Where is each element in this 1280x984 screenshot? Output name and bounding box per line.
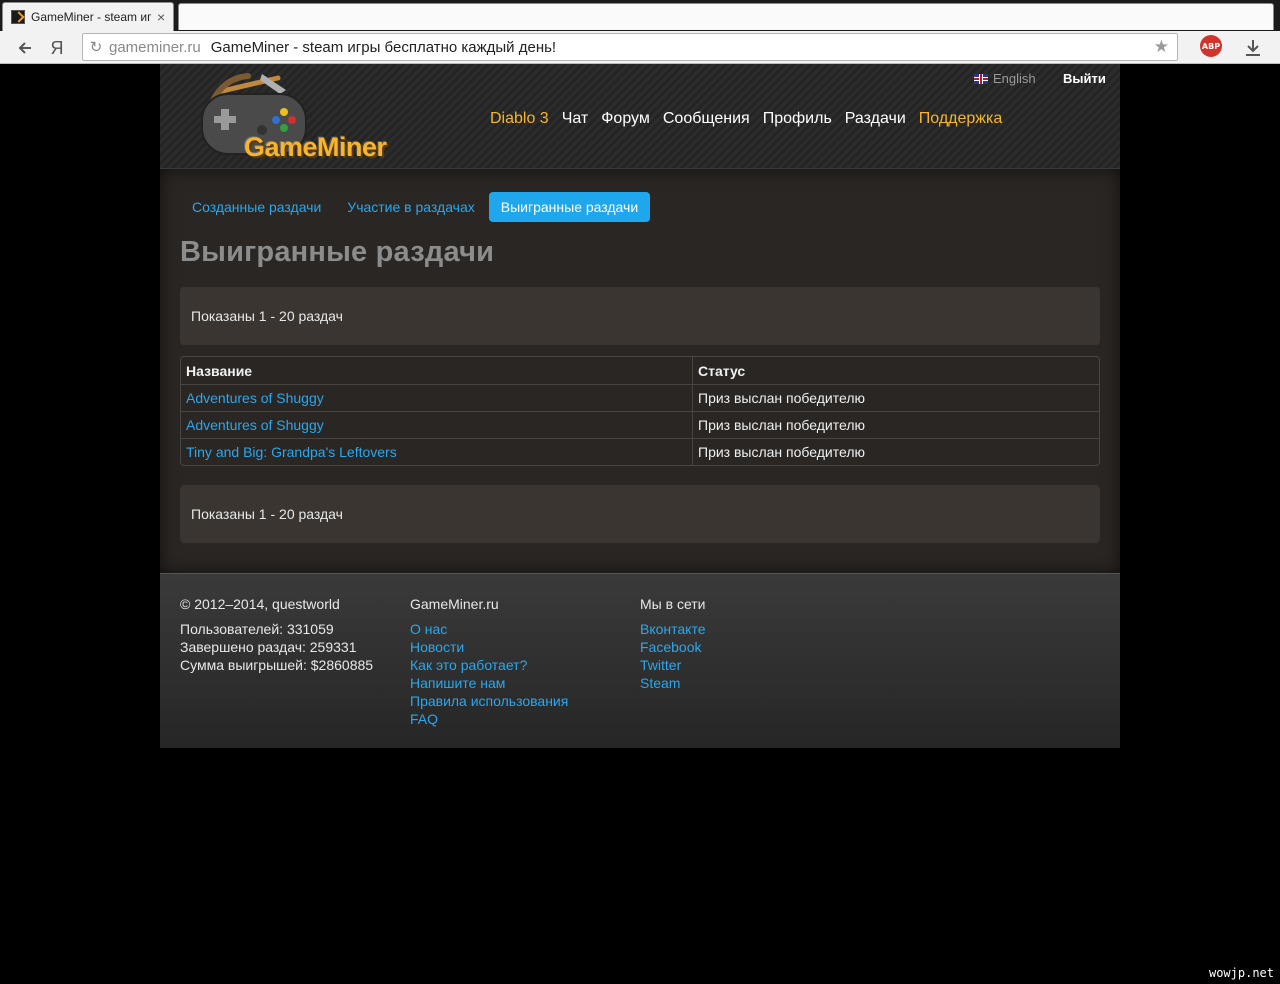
footer-link-facebook[interactable]: Facebook (640, 638, 706, 656)
browser-toolbar: Я ↻ gameminer.ru GameMiner - steam игры … (0, 31, 1280, 64)
watermark: wowjp.net (1208, 966, 1274, 980)
table-header-row: Название Статус (181, 357, 1099, 384)
new-tab-button[interactable] (178, 3, 1274, 30)
game-name-cell: Tiny and Big: Grandpa's Leftovers (181, 438, 693, 465)
footer-site-heading: GameMiner.ru (410, 596, 499, 612)
footer-link-rules[interactable]: Правила использования (410, 692, 568, 710)
pager-top: Показаны 1 - 20 раздач (180, 287, 1100, 345)
tab-title: GameMiner - steam иг (31, 10, 152, 24)
status-cell: Приз выслан победителю (693, 384, 1099, 411)
giveaway-subtabs: Созданные раздачи Участие в раздачах Выи… (180, 192, 1100, 222)
download-icon[interactable] (1240, 35, 1266, 61)
tab-won-giveaways[interactable]: Выигранные раздачи (488, 192, 651, 222)
logo-text: GameMiner (244, 132, 387, 162)
status-cell: Приз выслан победителю (693, 438, 1099, 465)
pager-text: Показаны 1 - 20 раздач (191, 308, 343, 324)
stat-winnings: Сумма выигрышей: $2860885 (180, 657, 374, 673)
language-label: English (993, 71, 1036, 86)
table-row: Adventures of Shuggy Приз выслан победит… (181, 411, 1099, 438)
gameminer-favicon-icon (11, 10, 25, 24)
tab-participation[interactable]: Участие в раздачах (335, 192, 486, 222)
copyright: © 2012–2014, questworld (180, 596, 340, 612)
footer-link-how-it-works[interactable]: Как это работает? (410, 656, 568, 674)
main-nav: Diablo 3 Чат Форум Сообщения Профиль Раз… (490, 110, 1002, 128)
nav-chat[interactable]: Чат (562, 110, 589, 128)
table-row: Adventures of Shuggy Приз выслан победит… (181, 384, 1099, 411)
adblock-icon[interactable]: ABP (1200, 35, 1222, 57)
game-name-cell: Adventures of Shuggy (181, 411, 693, 438)
status-cell: Приз выслан победителю (693, 411, 1099, 438)
yandex-icon[interactable]: Я (44, 35, 70, 61)
nav-giveaways[interactable]: Раздачи (845, 110, 906, 128)
page-title: Выигранные раздачи (180, 236, 495, 268)
pager-bottom: Показаны 1 - 20 раздач (180, 485, 1100, 543)
footer-link-faq[interactable]: FAQ (410, 710, 568, 728)
bookmark-star-icon[interactable]: ★ (1154, 37, 1169, 57)
url-page-title: GameMiner - steam игры бесплатно каждый … (210, 38, 557, 56)
game-link[interactable]: Adventures of Shuggy (186, 417, 324, 433)
nav-support[interactable]: Поддержка (919, 110, 1002, 128)
column-header-name: Название (181, 357, 693, 384)
stat-users: Пользователей: 331059 (180, 621, 334, 637)
reload-icon[interactable]: ↻ (83, 38, 109, 56)
site-footer: © 2012–2014, questworld Пользователей: 3… (160, 573, 1120, 748)
footer-social-column: Мы в сети Вконтакте Facebook Twitter Ste… (640, 596, 706, 692)
address-bar[interactable]: ↻ gameminer.ru GameMiner - steam игры бе… (82, 33, 1178, 61)
footer-link-vkontakte[interactable]: Вконтакте (640, 620, 706, 638)
uk-flag-icon (974, 73, 988, 84)
browser-tabstrip: GameMiner - steam иг × (0, 0, 1280, 31)
nav-messages[interactable]: Сообщения (663, 110, 750, 128)
site-container: GameMiner English Выйти Diablo 3 Чат Фор… (160, 64, 1120, 748)
gameminer-logo[interactable]: GameMiner (200, 72, 400, 164)
footer-link-about[interactable]: О нас (410, 620, 568, 638)
footer-link-steam[interactable]: Steam (640, 674, 706, 692)
footer-link-news[interactable]: Новости (410, 638, 568, 656)
logout-link[interactable]: Выйти (1063, 71, 1106, 86)
won-giveaways-table: Название Статус Adventures of Shuggy При… (180, 356, 1100, 466)
footer-link-twitter[interactable]: Twitter (640, 656, 706, 674)
footer-link-contact[interactable]: Напишите нам (410, 674, 568, 692)
table-row: Tiny and Big: Grandpa's Leftovers Приз в… (181, 438, 1099, 465)
pager-text: Показаны 1 - 20 раздач (191, 506, 343, 522)
nav-diablo3[interactable]: Diablo 3 (490, 110, 549, 128)
game-name-cell: Adventures of Shuggy (181, 384, 693, 411)
main-content: Созданные раздачи Участие в раздачах Выи… (160, 169, 1120, 573)
language-switch[interactable]: English (974, 71, 1036, 86)
tab-close-icon[interactable]: × (157, 9, 165, 25)
footer-site-column: GameMiner.ru О нас Новости Как это работ… (410, 596, 568, 728)
game-link[interactable]: Adventures of Shuggy (186, 390, 324, 406)
site-header: GameMiner English Выйти Diablo 3 Чат Фор… (160, 64, 1120, 169)
nav-forum[interactable]: Форум (601, 110, 650, 128)
footer-stats-column: © 2012–2014, questworld Пользователей: 3… (180, 596, 373, 674)
column-header-status: Статус (698, 362, 746, 379)
stat-completed: Завершено раздач: 259331 (180, 639, 357, 655)
browser-tab[interactable]: GameMiner - steam иг × (2, 2, 174, 31)
url-domain: gameminer.ru (109, 38, 201, 56)
game-link[interactable]: Tiny and Big: Grandpa's Leftovers (186, 444, 397, 460)
nav-profile[interactable]: Профиль (763, 110, 832, 128)
footer-social-heading: Мы в сети (640, 596, 706, 612)
back-arrow-icon[interactable] (12, 35, 38, 61)
tab-created-giveaways[interactable]: Созданные раздачи (180, 192, 333, 222)
